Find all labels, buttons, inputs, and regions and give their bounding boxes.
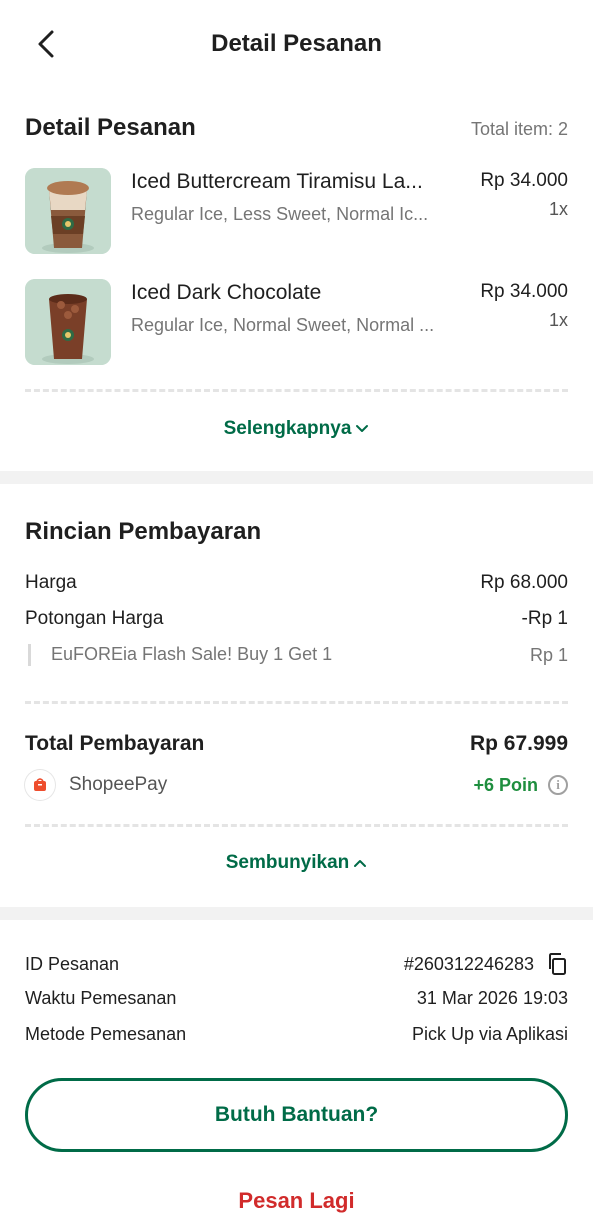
total-items-count: Total item: 2	[470, 119, 568, 139]
item-options: Regular Ice, Normal Sweet, Normal ...	[131, 315, 435, 335]
order-id-label: ID Pesanan	[25, 953, 120, 974]
item-name: Iced Buttercream Tiramisu La...	[131, 170, 423, 193]
order-info-section: ID Pesanan #260312246283 Waktu Pemesanan…	[0, 920, 593, 1213]
item-image	[25, 279, 111, 365]
promo-row: EuFOREia Flash Sale! Buy 1 Get 1 Rp 1	[28, 644, 568, 667]
total-payment-value: Rp 67.999	[469, 732, 568, 755]
order-method-value: Pick Up via Aplikasi	[411, 1024, 568, 1044]
payment-method-row: ShopeePay +6 Poin i	[25, 770, 568, 800]
order-details-section: Detail Pesanan Total item: 2 Iced Butter…	[0, 88, 593, 471]
copy-icon[interactable]	[546, 952, 568, 976]
order-time-value: 31 Mar 2026 19:03	[416, 988, 568, 1008]
item-image	[25, 168, 111, 254]
order-details-header: Detail Pesanan Total item: 2	[25, 114, 568, 142]
payment-details-section: Rincian Pembayaran Harga Rp 68.000 Poton…	[0, 484, 593, 907]
dashed-divider	[25, 824, 568, 827]
price-label: Harga	[25, 572, 77, 593]
app-header: Detail Pesanan	[0, 0, 593, 88]
order-method-label: Metode Pemesanan	[25, 1024, 187, 1044]
payment-details-title: Rincian Pembayaran	[25, 518, 262, 545]
discount-value: -Rp 1	[521, 608, 568, 629]
discount-row: Potongan Harga -Rp 1	[25, 608, 568, 630]
price-row: Harga Rp 68.000	[25, 572, 568, 594]
price-value: Rp 68.000	[480, 572, 568, 593]
order-item[interactable]: Iced Buttercream Tiramisu La... Regular …	[25, 168, 568, 256]
show-more-button[interactable]: Selengkapnya	[0, 418, 593, 440]
dashed-divider	[25, 701, 568, 704]
hide-details-button[interactable]: Sembunyikan	[0, 852, 593, 874]
chevron-down-icon	[356, 424, 369, 432]
item-options: Regular Ice, Less Sweet, Normal Ic...	[131, 204, 429, 224]
total-payment-row: Total Pembayaran Rp 67.999	[25, 732, 568, 756]
info-icon[interactable]: i	[548, 775, 568, 795]
item-price: Rp 34.000	[480, 281, 568, 302]
payment-method-name: ShopeePay	[69, 774, 168, 795]
page-title: Detail Pesanan	[211, 30, 382, 57]
item-price: Rp 34.000	[480, 170, 568, 191]
order-details-title: Detail Pesanan	[25, 114, 196, 141]
discount-label: Potongan Harga	[25, 608, 164, 629]
shopeepay-logo-icon	[25, 770, 55, 800]
promo-value: Rp 1	[529, 644, 568, 665]
reorder-button[interactable]: Pesan Lagi	[0, 1188, 593, 1214]
section-separator	[0, 907, 593, 920]
item-quantity: 1x	[548, 310, 568, 330]
points-earned: +6 Poin i	[473, 775, 568, 796]
indent-bar	[28, 644, 31, 667]
order-id-row: ID Pesanan #260312246283	[25, 952, 568, 976]
section-separator	[0, 471, 593, 484]
show-more-label: Selengkapnya	[223, 418, 352, 439]
total-payment-label: Total Pembayaran	[25, 732, 205, 755]
order-id-value: #260312246283	[403, 953, 534, 974]
chevron-up-icon	[354, 859, 367, 867]
item-quantity: 1x	[548, 199, 568, 219]
order-item[interactable]: Iced Dark Chocolate Regular Ice, Normal …	[25, 279, 568, 367]
dashed-divider	[25, 389, 568, 392]
points-value: +6 Poin	[473, 774, 538, 795]
item-name: Iced Dark Chocolate	[131, 281, 322, 304]
hide-details-label: Sembunyikan	[225, 852, 350, 873]
promo-label: EuFOREia Flash Sale! Buy 1 Get 1	[51, 644, 333, 664]
help-button[interactable]: Butuh Bantuan?	[25, 1078, 568, 1152]
order-time-label: Waktu Pemesanan	[25, 988, 177, 1008]
order-time-row: Waktu Pemesanan 31 Mar 2026 19:03	[25, 988, 568, 1009]
order-method-row: Metode Pemesanan Pick Up via Aplikasi	[25, 1024, 568, 1045]
